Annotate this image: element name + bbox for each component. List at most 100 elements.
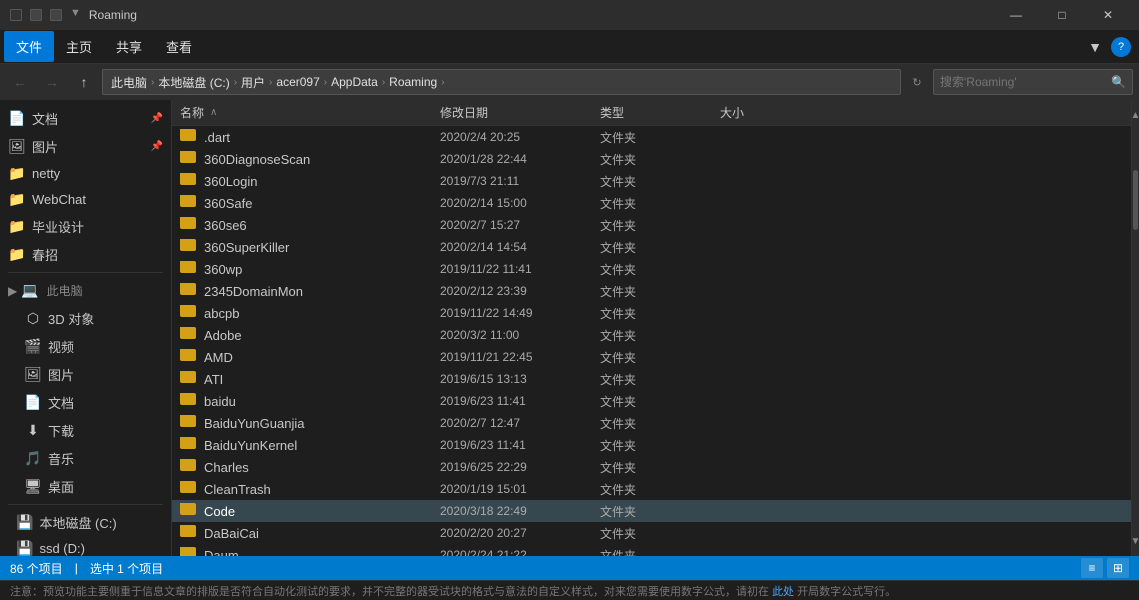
file-type-cell: 文件夹 <box>600 239 720 256</box>
sidebar-item-webchat[interactable]: 📁 WebChat <box>0 187 171 212</box>
file-name-cell: Daum <box>180 547 440 556</box>
file-name: 360Safe <box>204 196 252 211</box>
search-input[interactable] <box>940 75 1107 89</box>
close-button[interactable]: ✕ <box>1085 0 1131 30</box>
table-row[interactable]: 360wp2019/11/22 11:41文件夹 <box>172 258 1131 280</box>
table-row[interactable]: Code2020/3/18 22:49文件夹 <box>172 500 1131 522</box>
file-type-cell: 文件夹 <box>600 327 720 344</box>
table-row[interactable]: 360Login2019/7/3 21:11文件夹 <box>172 170 1131 192</box>
status-list-btn[interactable]: ≡ <box>1081 558 1103 578</box>
col-header-name[interactable]: 名称 ∧ <box>180 104 440 121</box>
scrollbar-track[interactable]: ▲ ▼ <box>1131 100 1139 556</box>
table-row[interactable]: BaiduYunKernel2019/6/23 11:41文件夹 <box>172 434 1131 456</box>
scrollbar-thumb[interactable] <box>1133 170 1138 230</box>
col-header-date[interactable]: 修改日期 <box>440 104 600 121</box>
sidebar-item-spring[interactable]: 📁 春招 <box>0 241 171 268</box>
sidebar-item-netty[interactable]: 📁 netty <box>0 161 171 186</box>
scroll-up-arrow[interactable]: ▲ <box>1132 100 1139 130</box>
sidebar-label-videos: 视频 <box>48 337 163 356</box>
table-row[interactable]: ATI2019/6/15 13:13文件夹 <box>172 368 1131 390</box>
folder-icon <box>180 481 198 497</box>
folder-icon <box>180 173 198 189</box>
document-icon-2: 📄 <box>24 394 42 411</box>
sidebar-item-3d[interactable]: ⬡ 3D 对象 <box>0 305 171 332</box>
folder-icon <box>180 503 198 519</box>
sidebar-item-documents-pc[interactable]: 📄 文档 <box>0 389 171 416</box>
sidebar-item-desktop[interactable]: 🖥 桌面 <box>0 473 171 500</box>
sidebar-label-spring: 春招 <box>32 245 163 264</box>
sidebar-item-pictures-qa[interactable]: 🖼 图片 📌 <box>0 133 171 160</box>
video-icon: 🎬 <box>24 338 42 355</box>
title-dropdown-arrow[interactable]: ▼ <box>70 7 81 23</box>
table-row[interactable]: 360DiagnoseScan2020/1/28 22:44文件夹 <box>172 148 1131 170</box>
file-name-cell: AMD <box>180 349 440 365</box>
folder-icon <box>180 525 198 541</box>
table-row[interactable]: baidu2019/6/23 11:41文件夹 <box>172 390 1131 412</box>
table-row[interactable]: 360Safe2020/2/14 15:00文件夹 <box>172 192 1131 214</box>
file-date-cell: 2020/2/12 23:39 <box>440 284 600 298</box>
menu-help-button[interactable]: ? <box>1111 37 1131 57</box>
table-row[interactable]: 360se62020/2/7 15:27文件夹 <box>172 214 1131 236</box>
table-row[interactable]: BaiduYunGuanjia2020/2/7 12:47文件夹 <box>172 412 1131 434</box>
table-row[interactable]: 360SuperKiller2020/2/14 14:54文件夹 <box>172 236 1131 258</box>
file-type-cell: 文件夹 <box>600 415 720 432</box>
folder-icon <box>180 151 198 167</box>
table-row[interactable]: CleanTrash2020/1/19 15:01文件夹 <box>172 478 1131 500</box>
table-row[interactable]: Charles2019/6/25 22:29文件夹 <box>172 456 1131 478</box>
sidebar-item-documents[interactable]: 📄 文档 📌 <box>0 105 171 132</box>
folder-icon <box>180 393 198 409</box>
title-bar-icon-group: ▼ <box>8 7 81 23</box>
menu-view[interactable]: 查看 <box>154 31 204 62</box>
back-button[interactable]: ← <box>6 68 34 96</box>
forward-button[interactable]: → <box>38 68 66 96</box>
document-icon: 📄 <box>8 110 26 127</box>
menu-share[interactable]: 共享 <box>104 31 154 62</box>
breadcrumb-pc: 此电脑 <box>111 74 147 91</box>
folder-icon-graduation: 📁 <box>8 218 26 235</box>
file-date-cell: 2019/6/23 11:41 <box>440 438 600 452</box>
music-icon: 🎵 <box>24 450 42 467</box>
breadcrumb-refresh[interactable]: ↻ <box>905 70 929 94</box>
desktop-icon: 🖥 <box>24 478 42 495</box>
table-row[interactable]: DaBaiCai2020/2/20 20:27文件夹 <box>172 522 1131 544</box>
search-box[interactable]: 🔍 <box>933 69 1133 95</box>
col-header-type[interactable]: 类型 <box>600 104 720 121</box>
table-row[interactable]: abcpb2019/11/22 14:49文件夹 <box>172 302 1131 324</box>
sidebar-item-downloads[interactable]: ⬇ 下载 <box>0 417 171 444</box>
download-icon: ⬇ <box>24 422 42 439</box>
sidebar-label-documents: 文档 <box>32 109 145 128</box>
maximize-button[interactable]: □ <box>1039 0 1085 30</box>
table-row[interactable]: Adobe2020/3/2 11:00文件夹 <box>172 324 1131 346</box>
sidebar-item-drive-c[interactable]: 💾 本地磁盘 (C:) <box>0 509 171 536</box>
sidebar-item-drive-d[interactable]: 💾 ssd (D:) <box>0 536 171 556</box>
folder-icon-spring: 📁 <box>8 246 26 263</box>
status-grid-btn[interactable]: ⊞ <box>1107 558 1129 578</box>
pictures-icon: 🖼 <box>8 138 26 155</box>
table-row[interactable]: Daum2020/2/24 21:22文件夹 <box>172 544 1131 556</box>
bottom-info-link[interactable]: 此处 <box>772 586 794 598</box>
sidebar-item-videos[interactable]: 🎬 视频 <box>0 333 171 360</box>
file-name: CleanTrash <box>204 482 271 497</box>
menu-expand-button[interactable]: ▼ <box>1083 35 1107 59</box>
bottom-info-bar: 注意：预览功能主要侧重于信息文章的排版是否符合自动化测试的要求，并不完整的器受试… <box>0 580 1139 600</box>
menu-home[interactable]: 主页 <box>54 31 104 62</box>
file-date-cell: 2020/2/14 15:00 <box>440 196 600 210</box>
file-date-cell: 2020/2/7 12:47 <box>440 416 600 430</box>
table-row[interactable]: .dart2020/2/4 20:25文件夹 <box>172 126 1131 148</box>
sidebar-item-pictures[interactable]: 🖼 图片 <box>0 361 171 388</box>
col-header-size[interactable]: 大小 <box>720 104 820 121</box>
file-date-cell: 2020/2/20 20:27 <box>440 526 600 540</box>
sidebar-item-graduation[interactable]: 📁 毕业设计 <box>0 213 171 240</box>
table-row[interactable]: 2345DomainMon2020/2/12 23:39文件夹 <box>172 280 1131 302</box>
minimize-button[interactable]: — <box>993 0 1039 30</box>
sidebar-item-music[interactable]: 🎵 音乐 <box>0 445 171 472</box>
scroll-down-arrow[interactable]: ▼ <box>1132 526 1139 556</box>
file-name-cell: 360Safe <box>180 195 440 211</box>
menu-file[interactable]: 文件 <box>4 31 54 62</box>
pictures-icon-2: 🖼 <box>24 366 42 383</box>
breadcrumb[interactable]: 此电脑 › 本地磁盘 (C:) › 用户 › acer097 › AppData… <box>102 69 901 95</box>
table-row[interactable]: AMD2019/11/21 22:45文件夹 <box>172 346 1131 368</box>
up-button[interactable]: ↑ <box>70 68 98 96</box>
status-bar-right: ≡ ⊞ <box>1081 558 1129 578</box>
sidebar-group-thispc[interactable]: ▶ 💻 此电脑 <box>0 277 171 304</box>
